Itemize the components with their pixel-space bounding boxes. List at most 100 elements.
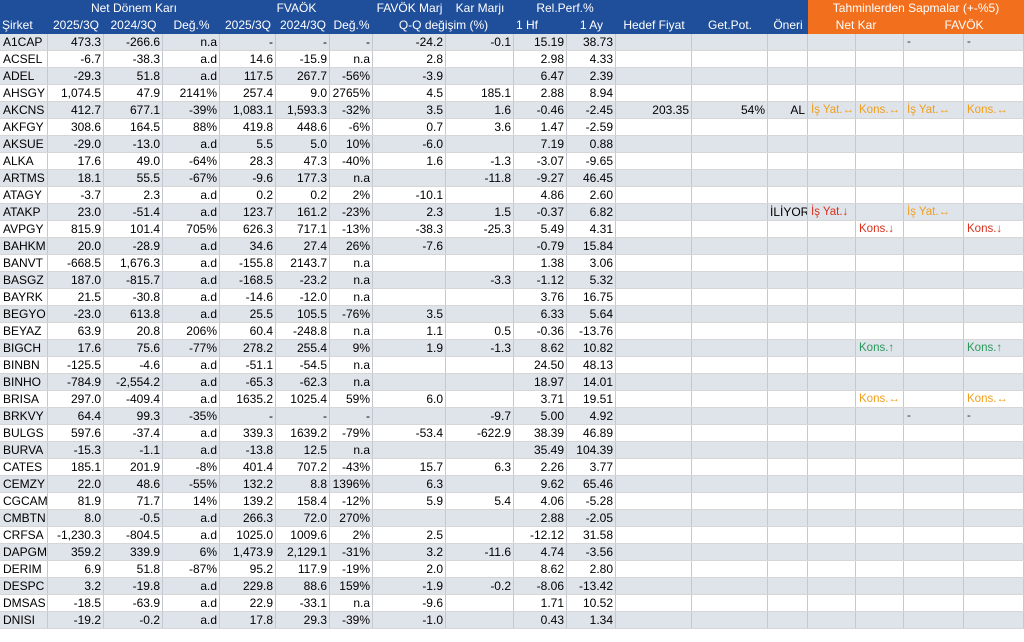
cell-dev-ebitda-a[interactable] [904,374,964,390]
cell-potential[interactable] [692,561,768,577]
cell-target-price[interactable] [616,255,692,271]
cell-ebitda-margin-qq[interactable]: -53.4 [373,425,446,441]
table-row[interactable]: AVPGY 815.9 101.4 705% 626.3 717.1 -13% -38.3 -2… [0,221,1024,238]
cell-ebitda-margin-qq[interactable]: 3.2 [373,544,446,560]
cell-potential[interactable] [692,187,768,203]
cell-net-2025q3[interactable]: 359.2 [48,544,104,560]
cell-ebitda-change[interactable]: 26% [330,238,373,254]
cell-rel-perf-1w[interactable]: 4.74 [514,544,567,560]
cell-ticker[interactable]: BEGYO [0,306,48,322]
cell-recommendation[interactable] [768,306,808,322]
cell-target-price[interactable] [616,34,692,50]
cell-ebitda-2025q3[interactable]: -13.8 [220,442,276,458]
cell-ebitda-2025q3[interactable]: -51.1 [220,357,276,373]
cell-ebitda-change[interactable]: n.a [330,323,373,339]
cell-rel-perf-1m[interactable]: 5.32 [567,272,616,288]
cell-ebitda-change[interactable]: 9% [330,340,373,356]
cell-net-2025q3[interactable]: 185.1 [48,459,104,475]
cell-ebitda-2025q3[interactable]: 229.8 [220,578,276,594]
cell-net-2025q3[interactable]: 23.0 [48,204,104,220]
cell-ebitda-2024q3[interactable]: 2,129.1 [276,544,330,560]
cell-recommendation[interactable] [768,136,808,152]
cell-dev-ebitda-b[interactable] [964,238,1024,254]
cell-net-2024q3[interactable]: -51.4 [104,204,163,220]
cell-ebitda-margin-qq[interactable]: 1.1 [373,323,446,339]
cell-net-2024q3[interactable]: 99.3 [104,408,163,424]
cell-profit-margin-qq[interactable] [446,306,514,322]
cell-dev-net-a[interactable] [808,68,856,84]
cell-dev-ebitda-b[interactable] [964,374,1024,390]
cell-dev-ebitda-a[interactable] [904,476,964,492]
cell-net-change[interactable]: 14% [163,493,220,509]
cell-dev-net-a[interactable] [808,51,856,67]
cell-dev-net-b[interactable] [856,323,904,339]
cell-rel-perf-1w[interactable]: 2.88 [514,510,567,526]
cell-dev-ebitda-a[interactable] [904,459,964,475]
cell-dev-net-b[interactable] [856,442,904,458]
cell-potential[interactable] [692,306,768,322]
cell-dev-net-b[interactable] [856,255,904,271]
cell-ebitda-margin-qq[interactable] [373,289,446,305]
cell-dev-net-a[interactable] [808,170,856,186]
cell-potential[interactable] [692,374,768,390]
cell-recommendation[interactable] [768,612,808,628]
cell-rel-perf-1m[interactable]: 65.46 [567,476,616,492]
cell-potential[interactable] [692,136,768,152]
cell-dev-net-b[interactable] [856,170,904,186]
cell-dev-ebitda-a[interactable] [904,527,964,543]
cell-net-2024q3[interactable]: -0.2 [104,612,163,628]
cell-ebitda-2025q3[interactable]: -155.8 [220,255,276,271]
cell-target-price[interactable] [616,595,692,611]
cell-potential[interactable]: 54% [692,102,768,118]
cell-ebitda-change[interactable]: 270% [330,510,373,526]
table-row[interactable]: BEYAZ 63.9 20.8 206% 60.4 -248.8 n.a 1.1 0.5 -0.3… [0,323,1024,340]
cell-dev-ebitda-b[interactable]: - [964,408,1024,424]
cell-net-2024q3[interactable]: -4.6 [104,357,163,373]
cell-rel-perf-1m[interactable]: 19.51 [567,391,616,407]
cell-profit-margin-qq[interactable] [446,612,514,628]
cell-ebitda-margin-qq[interactable] [373,357,446,373]
cell-ebitda-change[interactable]: n.a [330,357,373,373]
cell-recommendation[interactable] [768,170,808,186]
cell-rel-perf-1m[interactable]: 2.39 [567,68,616,84]
cell-rel-perf-1w[interactable]: 1.47 [514,119,567,135]
cell-rel-perf-1m[interactable]: 1.34 [567,612,616,628]
cell-ticker[interactable]: DAPGM [0,544,48,560]
cell-ebitda-change[interactable]: -79% [330,425,373,441]
cell-potential[interactable] [692,272,768,288]
cell-rel-perf-1w[interactable]: 7.19 [514,136,567,152]
cell-profit-margin-qq[interactable]: -25.3 [446,221,514,237]
col-header-1-month[interactable]: 1 Ay [567,17,616,34]
cell-net-change[interactable]: a.d [163,136,220,152]
table-row[interactable]: DAPGM 359.2 339.9 6% 1,473.9 2,129.1 -31% 3.2 -1… [0,544,1024,561]
cell-dev-net-a[interactable] [808,510,856,526]
cell-dev-ebitda-b[interactable] [964,170,1024,186]
cell-ebitda-change[interactable]: n.a [330,289,373,305]
cell-net-2025q3[interactable]: 20.0 [48,238,104,254]
cell-ticker[interactable]: DNISI [0,612,48,628]
table-row[interactable]: ARTMS 18.1 55.5 -67% -9.6 177.3 n.a -11.8 -9.27 4… [0,170,1024,187]
cell-potential[interactable] [692,612,768,628]
cell-ebitda-change[interactable]: 59% [330,391,373,407]
cell-dev-net-b[interactable] [856,153,904,169]
cell-ebitda-2024q3[interactable]: 1009.6 [276,527,330,543]
cell-rel-perf-1w[interactable]: -0.36 [514,323,567,339]
cell-ebitda-change[interactable]: -32% [330,102,373,118]
cell-net-2024q3[interactable]: -0.5 [104,510,163,526]
cell-recommendation[interactable] [768,527,808,543]
cell-net-2025q3[interactable]: -29.0 [48,136,104,152]
cell-ebitda-margin-qq[interactable]: 1.9 [373,340,446,356]
cell-ebitda-2024q3[interactable]: 0.2 [276,187,330,203]
cell-net-2024q3[interactable]: -28.9 [104,238,163,254]
cell-net-2025q3[interactable]: 17.6 [48,153,104,169]
cell-net-change[interactable]: a.d [163,255,220,271]
cell-ebitda-2025q3[interactable]: 419.8 [220,119,276,135]
cell-potential[interactable] [692,289,768,305]
cell-dev-net-a[interactable] [808,272,856,288]
table-row[interactable]: AKSUE -29.0 -13.0 a.d 5.5 5.0 10% -6.0 7.19 0.88 [0,136,1024,153]
cell-net-change[interactable]: 88% [163,119,220,135]
cell-recommendation[interactable] [768,544,808,560]
cell-dev-ebitda-b[interactable] [964,544,1024,560]
cell-recommendation[interactable] [768,255,808,271]
cell-ebitda-change[interactable]: -19% [330,561,373,577]
